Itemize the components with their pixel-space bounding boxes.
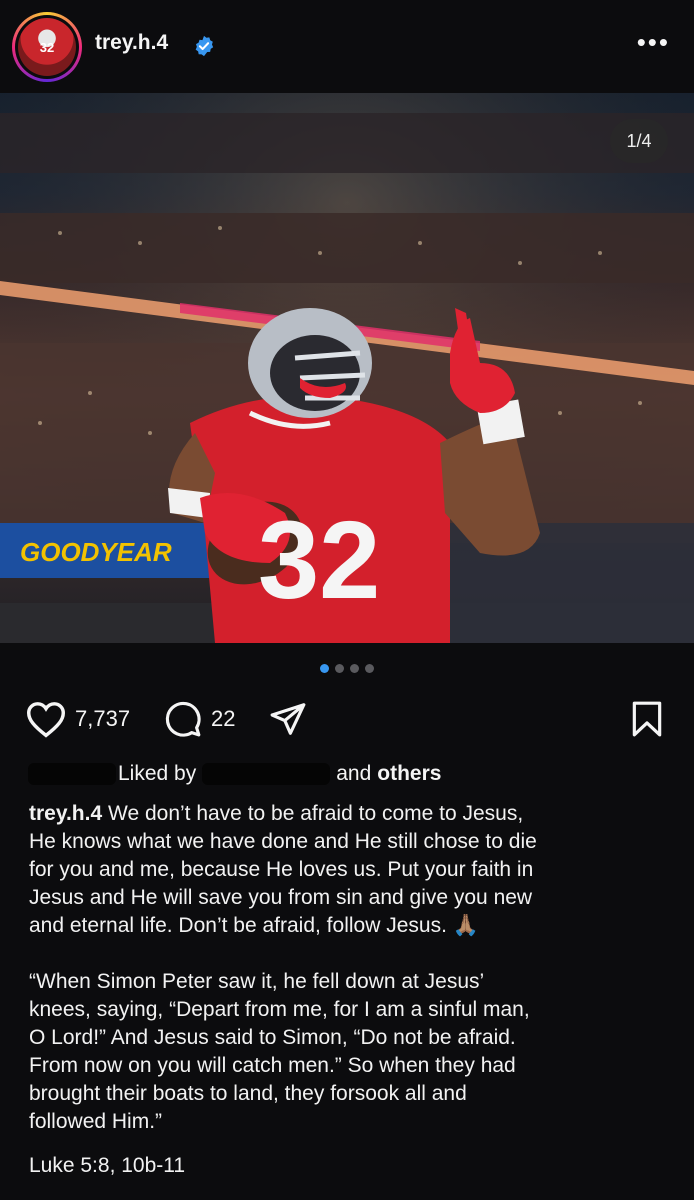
comment-icon	[165, 701, 201, 737]
avatar[interactable]: 32	[12, 12, 82, 82]
jersey-number: 32	[258, 499, 380, 622]
caption-text-1: We don’t have to be afraid to come to Je…	[29, 802, 537, 937]
carousel-indicator	[0, 664, 694, 673]
username[interactable]: trey.h.4	[95, 31, 168, 55]
carousel-dot[interactable]	[335, 664, 344, 673]
comment-count[interactable]: 22	[211, 706, 235, 732]
share-icon	[270, 703, 306, 735]
like-count[interactable]: 7,737	[75, 706, 130, 732]
post-header: 32 trey.h.4 •••	[0, 0, 694, 92]
liked-by-others[interactable]: others	[377, 762, 441, 786]
action-bar: 7,737 22	[0, 700, 694, 740]
post-photo[interactable]: GOODYEAR 32 1/4	[0, 93, 694, 643]
caption-username[interactable]: trey.h.4	[29, 802, 102, 825]
svg-text:GOODYEAR: GOODYEAR	[20, 537, 172, 567]
caption-paragraph-1: trey.h.4 We don’t have to be afraid to c…	[29, 800, 669, 940]
like-button[interactable]: 7,737	[25, 700, 130, 738]
avatar-image: 32	[18, 18, 76, 76]
carousel-dot[interactable]	[365, 664, 374, 673]
liked-by-row[interactable]: Liked by and others	[28, 762, 441, 786]
liked-by-label: Liked by	[118, 762, 197, 785]
comment-button[interactable]: 22	[163, 700, 235, 738]
carousel-dot[interactable]	[350, 664, 359, 673]
redacted-username	[202, 763, 331, 785]
heart-icon	[26, 702, 66, 738]
post-caption: trey.h.4 We don’t have to be afraid to c…	[29, 800, 669, 1136]
save-button[interactable]	[630, 700, 664, 738]
caption-reference: Luke 5:8, 10b-11	[29, 1154, 186, 1177]
verified-badge-icon	[195, 35, 214, 57]
bookmark-icon	[632, 701, 662, 737]
redacted-avatar	[28, 763, 116, 785]
page-counter: 1/4	[610, 119, 668, 163]
more-options-icon[interactable]: •••	[637, 29, 670, 55]
stadium-photo: GOODYEAR 32	[0, 93, 694, 643]
carousel-dot-active[interactable]	[320, 664, 329, 673]
caption-paragraph-2: “When Simon Peter saw it, he fell down a…	[29, 970, 530, 1133]
share-button[interactable]	[268, 700, 308, 738]
liked-by-and: and	[336, 762, 372, 785]
